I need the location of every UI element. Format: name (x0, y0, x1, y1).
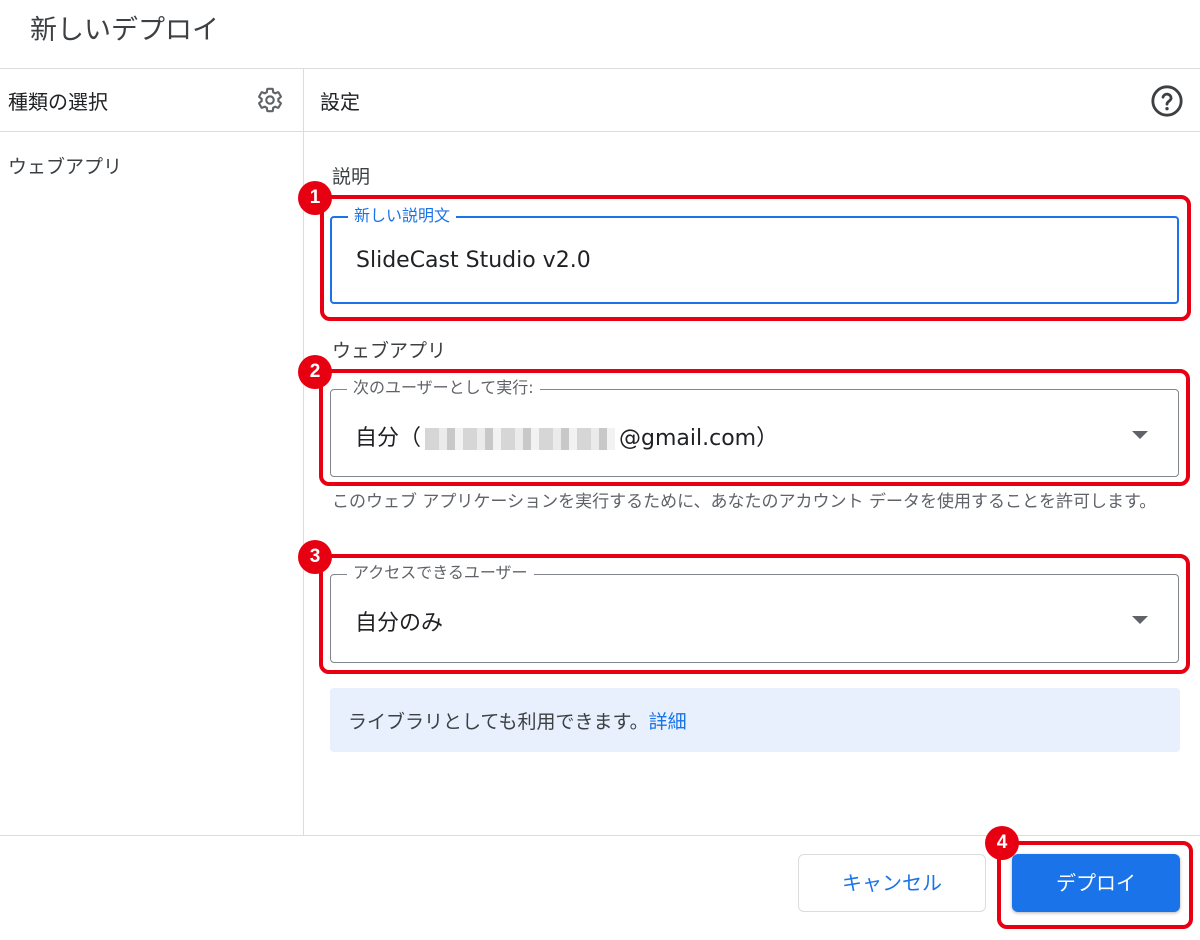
gear-icon[interactable] (256, 86, 284, 114)
highlight-box-3 (319, 554, 1190, 674)
annotation-badge-2: 2 (298, 355, 332, 389)
footer-divider (0, 835, 1200, 836)
help-icon[interactable] (1150, 84, 1184, 118)
dialog-title: 新しいデプロイ (30, 15, 219, 46)
highlight-box-2 (319, 369, 1190, 486)
annotation-badge-3: 3 (298, 540, 332, 574)
settings-header: 設定 (320, 90, 360, 114)
webapp-section-label: ウェブアプリ (332, 340, 447, 362)
annotation-badge-1: 1 (298, 181, 332, 215)
highlight-box-1 (320, 195, 1191, 321)
cancel-button[interactable]: キャンセル (798, 854, 986, 912)
type-select-header: 種類の選択 (8, 90, 108, 114)
panel-header-divider (0, 131, 1200, 132)
header-divider (0, 68, 1200, 69)
type-item-webapp[interactable]: ウェブアプリ (8, 152, 122, 179)
panel-divider (303, 68, 304, 835)
highlight-box-4 (997, 841, 1193, 929)
execute-as-help-text: このウェブ アプリケーションを実行するために、あなたのアカウント データを使用す… (332, 492, 1157, 512)
annotation-badge-4: 4 (985, 826, 1019, 860)
info-message: ライブラリとしても利用できます。 (348, 711, 649, 733)
description-section-label: 説明 (332, 166, 371, 188)
library-info-text: ライブラリとしても利用できます。詳細 (348, 707, 687, 734)
library-info-box: ライブラリとしても利用できます。詳細 (330, 688, 1180, 752)
details-link[interactable]: 詳細 (649, 711, 687, 733)
